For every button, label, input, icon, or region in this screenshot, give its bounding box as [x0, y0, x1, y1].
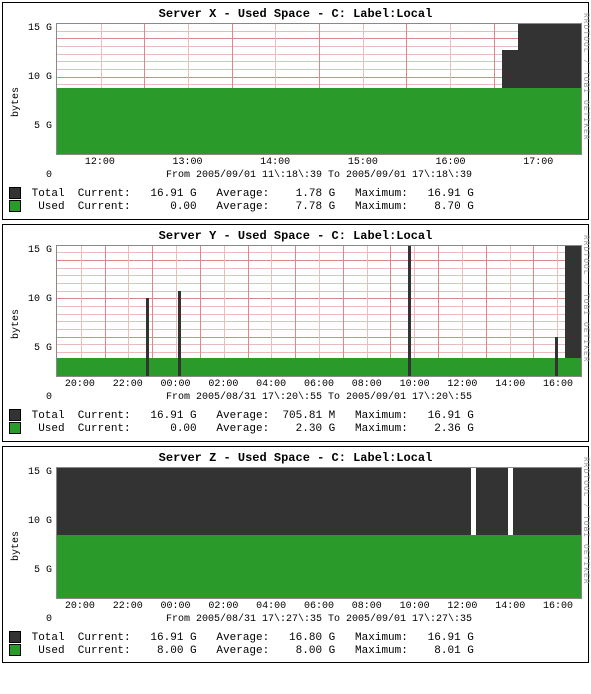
- total-area-icon: [565, 246, 581, 376]
- x-ticks: 20:0022:0000:0002:0004:0006:0008:0010:00…: [56, 379, 582, 390]
- used-area-icon: [57, 358, 581, 376]
- rrdtool-credit: RRDTOOL / TOBI OETIKER: [581, 13, 590, 141]
- chart-title: Server X - Used Space - C: Label:Local: [9, 7, 582, 21]
- y-axis-label: bytes: [9, 87, 22, 117]
- chart-panel-x: RRDTOOL / TOBI OETIKERServer X - Used Sp…: [2, 2, 589, 220]
- y-axis-label: bytes: [9, 531, 22, 561]
- used-area-icon: [57, 535, 581, 597]
- chart-title: Server Y - Used Space - C: Label:Local: [9, 229, 582, 243]
- legend-row-total: Total Current: 16.91 G Average: 1.78 G M…: [9, 187, 582, 200]
- chart-panel-y: RRDTOOL / TOBI OETIKERServer Y - Used Sp…: [2, 224, 589, 442]
- legend-row-used: Used Current: 0.00 Average: 7.78 G Maxim…: [9, 200, 582, 213]
- spike-icon: [146, 298, 149, 376]
- legend-row-used: Used Current: 8.00 G Average: 8.00 G Max…: [9, 644, 582, 657]
- rrdtool-credit: RRDTOOL / TOBI OETIKER: [581, 235, 590, 363]
- chart-title: Server Z - Used Space - C: Label:Local: [9, 451, 582, 465]
- plot-area: [56, 467, 582, 599]
- chart-panel-z: RRDTOOL / TOBI OETIKERServer Z - Used Sp…: [2, 446, 589, 664]
- used-swatch-icon: [9, 422, 21, 434]
- chart-caption: From 2005/09/01 11\:18\:39 To 2005/09/01…: [56, 170, 582, 181]
- legend: Total Current: 16.91 G Average: 705.81 M…: [9, 409, 582, 435]
- plot-area: [56, 23, 582, 155]
- chart-caption: From 2005/08/31 17\:20\:55 To 2005/09/01…: [56, 392, 582, 403]
- x-ticks: 12:0013:0014:0015:0016:0017:00: [56, 157, 582, 168]
- legend-row-total: Total Current: 16.91 G Average: 16.80 G …: [9, 631, 582, 644]
- plot-area: [56, 245, 582, 377]
- total-swatch-icon: [9, 631, 21, 643]
- y-ticks: 15 G10 G5 G0: [22, 467, 56, 625]
- total-swatch-icon: [9, 187, 21, 199]
- legend-row-total: Total Current: 16.91 G Average: 705.81 M…: [9, 409, 582, 422]
- y-ticks: 15 G10 G5 G0: [22, 23, 56, 181]
- legend-row-used: Used Current: 0.00 Average: 2.30 G Maxim…: [9, 422, 582, 435]
- legend: Total Current: 16.91 G Average: 16.80 G …: [9, 631, 582, 657]
- rrdtool-credit: RRDTOOL / TOBI OETIKER: [581, 457, 590, 585]
- chart-caption: From 2005/08/31 17\:27\:35 To 2005/09/01…: [56, 614, 582, 625]
- x-ticks: 20:0022:0000:0002:0004:0006:0008:0010:00…: [56, 601, 582, 612]
- total-swatch-icon: [9, 409, 21, 421]
- spike-icon: [555, 337, 558, 376]
- spike-icon: [178, 291, 181, 376]
- y-ticks: 15 G10 G5 G0: [22, 245, 56, 403]
- used-swatch-icon: [9, 644, 21, 656]
- legend: Total Current: 16.91 G Average: 1.78 G M…: [9, 187, 582, 213]
- used-area-icon: [57, 88, 581, 154]
- y-axis-label: bytes: [9, 309, 22, 339]
- spike-icon: [408, 246, 411, 376]
- used-swatch-icon: [9, 200, 21, 212]
